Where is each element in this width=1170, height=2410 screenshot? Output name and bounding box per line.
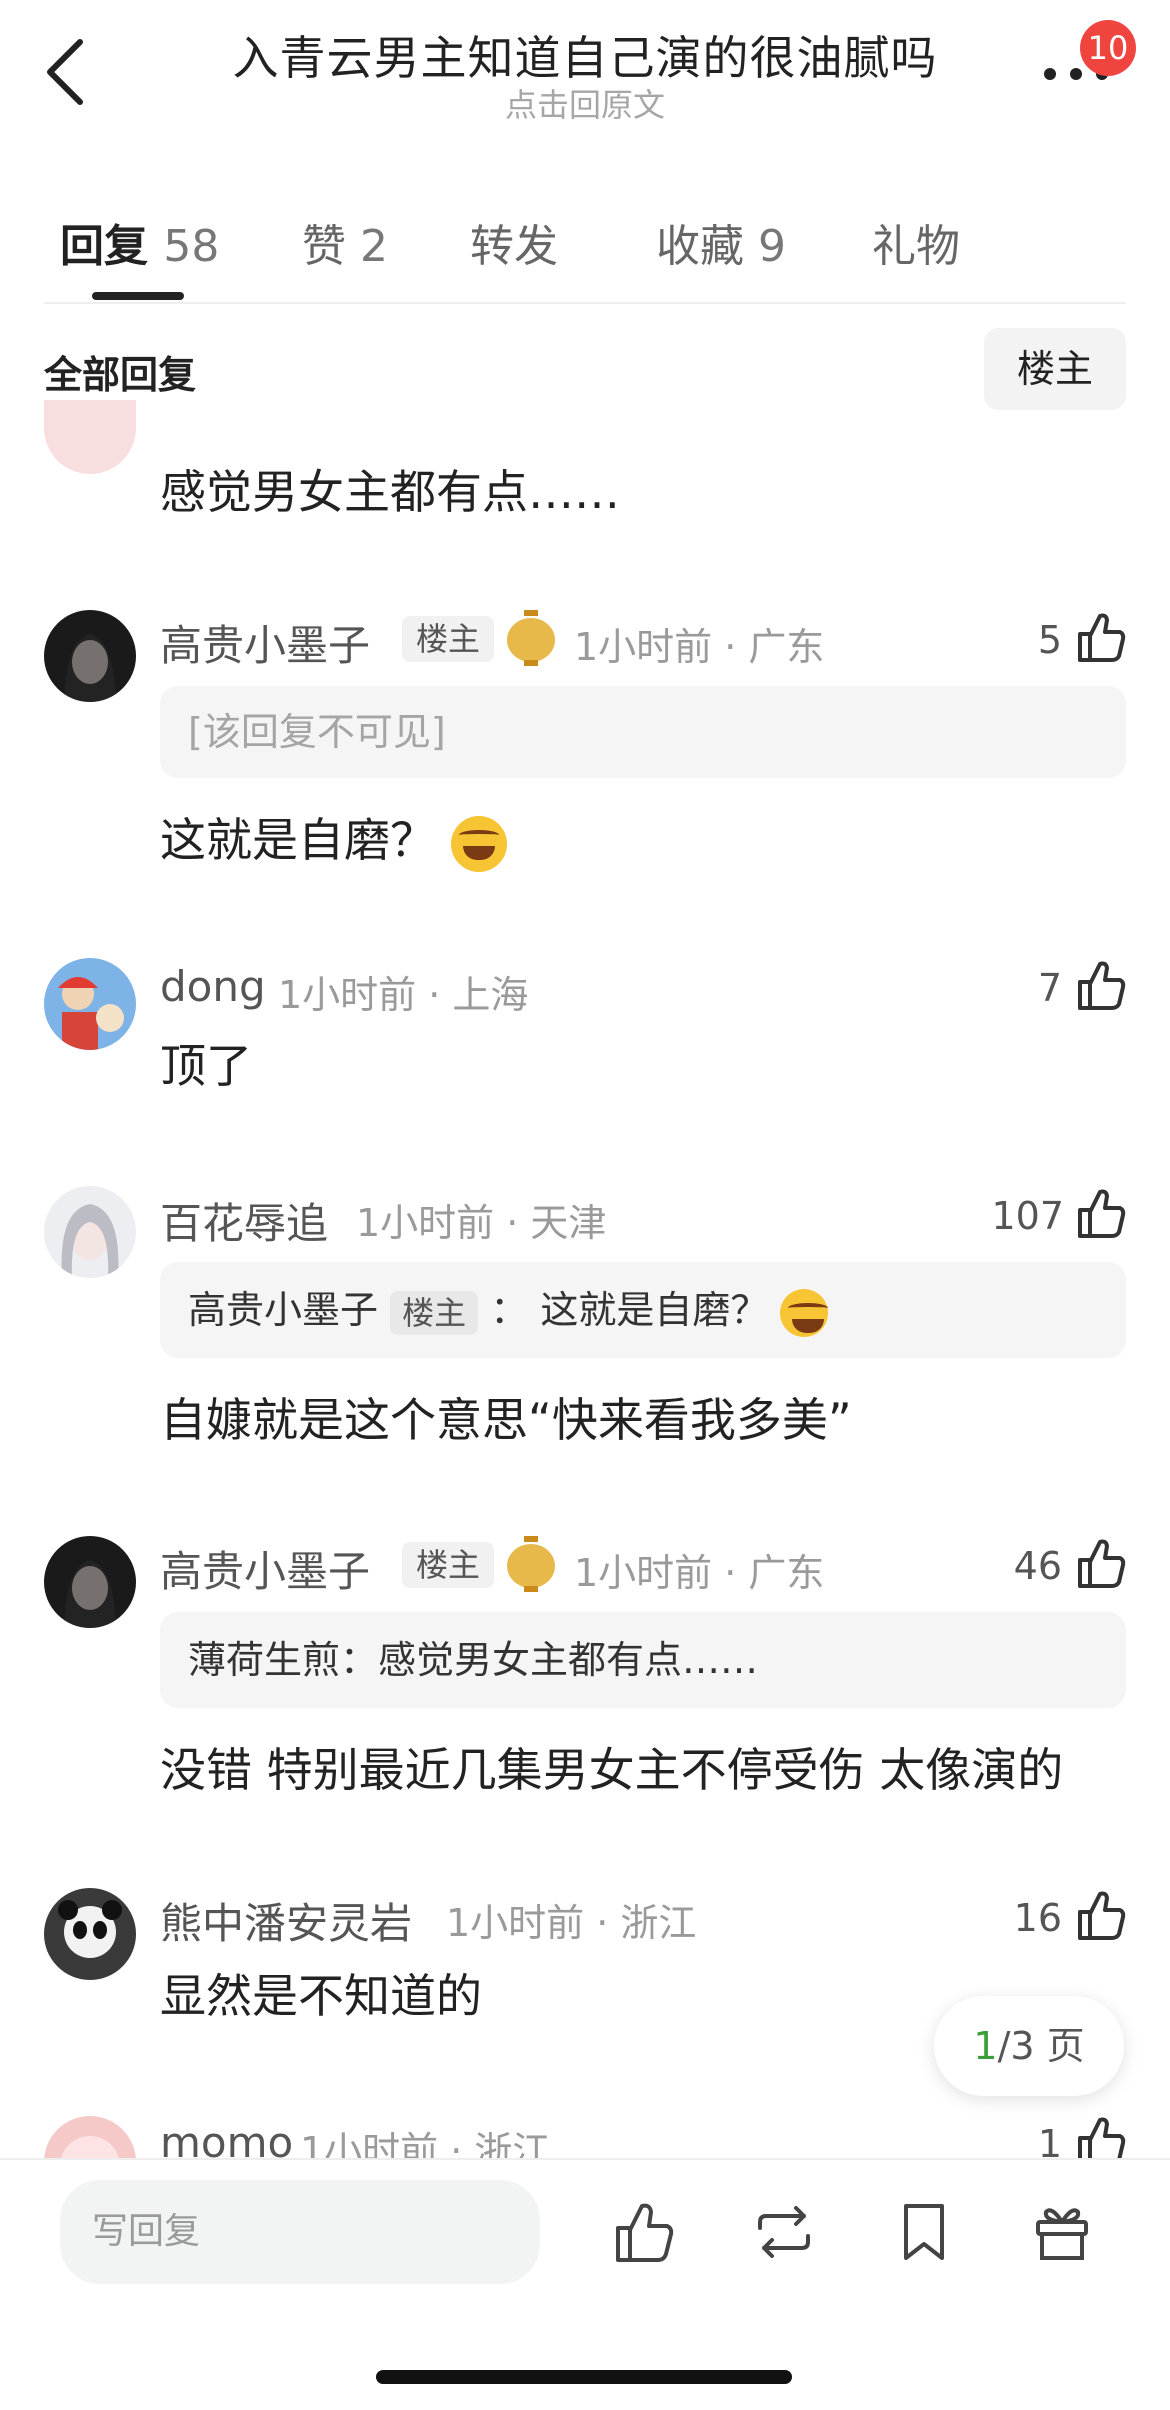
home-indicator [376,2370,792,2384]
avatar[interactable] [44,1186,136,1278]
tab-likes[interactable]: 赞 2 [302,210,388,274]
comment-text: 感觉男女主都有点…… [160,465,620,519]
quoted-reply[interactable]: [该回复不可见] [160,686,1126,778]
tab-favorites[interactable]: 收藏 9 [656,210,786,274]
thumb-up-icon[interactable] [1074,1888,1128,1942]
tab-bar: 回复 58 赞 2 转发 收藏 9 礼物 [0,196,1170,306]
op-tag: 楼主 [390,1290,479,1335]
username[interactable]: dong [160,962,266,1011]
thumb-up-icon[interactable] [1074,1186,1128,1240]
like-count: 1 [1037,2122,1062,2158]
avatar[interactable] [44,958,136,1050]
gift-icon[interactable] [1030,2200,1094,2264]
thumb-up-icon[interactable] [1074,610,1128,664]
comment-text: 自嫝就是这个意思“快来看我多美” [160,1393,852,1447]
top-bar: 入青云男主知道自己演的很油腻吗 点击回原文 10 [0,0,1170,150]
thumb-up-icon[interactable] [612,2200,676,2264]
active-tab-indicator [92,292,184,300]
username[interactable]: 熊中潘安灵岩 [160,1890,412,1951]
op-only-button[interactable]: 楼主 [984,328,1126,410]
divider [44,302,1126,304]
lantern-icon [507,610,555,666]
post-time: 1小时前 · 浙江 [300,2129,551,2158]
tab-reposts[interactable]: 转发 [470,210,558,274]
lantern-icon [507,1536,555,1592]
like-count: 7 [1037,966,1062,1010]
username[interactable]: momo [160,2118,293,2158]
avatar[interactable] [44,610,136,702]
post-time: 1小时前 · 天津 [356,1201,607,1245]
avatar[interactable] [44,400,136,474]
tab-gifts[interactable]: 礼物 [872,210,960,274]
page-title: 入青云男主知道自己演的很油腻吗 [232,31,938,85]
comment-text: 没错 特别最近几集男女主不停受伤 太像演的 [160,1743,1064,1797]
op-tag: 楼主 [402,1542,495,1588]
page-indicator[interactable]: 1/3 页 [934,1996,1124,2096]
avatar[interactable] [44,2116,136,2158]
thumb-up-icon[interactable] [1074,958,1128,1012]
like-count: 107 [991,1194,1064,1238]
comment-text: 这就是自磨？ [160,804,507,872]
post-time: 1小时前 · 浙江 [446,1901,697,1945]
comment-text: 顶了 [160,1039,252,1093]
comment-text: 显然是不知道的 [160,1969,482,2023]
comment-item: momo 1小时前 · 浙江 1 [0,2110,1170,2158]
laughing-emoji-icon [450,815,507,872]
post-time: 1小时前 · 广东 [574,1551,825,1595]
notification-badge: 10 [1080,20,1136,76]
thumb-up-icon[interactable] [1074,1536,1128,1590]
like-count: 5 [1037,618,1062,662]
repost-icon[interactable] [752,2200,816,2264]
reply-input[interactable]: 写回复 [60,2180,540,2284]
back-arrow-icon[interactable] [40,36,92,108]
laughing-emoji-icon [780,1288,829,1337]
username[interactable]: 高贵小墨子 [160,1538,370,1599]
all-replies-heading: 全部回复 [44,353,197,397]
post-time: 1小时前 · 上海 [278,973,529,1017]
username[interactable]: 高贵小墨子 [160,612,370,673]
avatar[interactable] [44,1536,136,1628]
like-count: 16 [1013,1896,1062,1940]
quoted-reply[interactable]: 高贵小墨子 楼主 ： 这就是自磨？ [160,1262,1126,1358]
tab-replies[interactable]: 回复 58 [60,210,219,274]
avatar[interactable] [44,1888,136,1980]
thumb-up-icon[interactable] [1074,2114,1128,2158]
bookmark-icon[interactable] [892,2200,956,2264]
username[interactable]: 百花辱追 [160,1190,328,1251]
back-to-original-link[interactable]: 点击回原文 [180,80,990,126]
post-time: 1小时前 · 广东 [574,625,825,669]
quoted-reply[interactable]: 薄荷生煎：感觉男女主都有点…… [160,1612,1126,1708]
op-tag: 楼主 [402,616,495,662]
like-count: 46 [1013,1544,1062,1588]
